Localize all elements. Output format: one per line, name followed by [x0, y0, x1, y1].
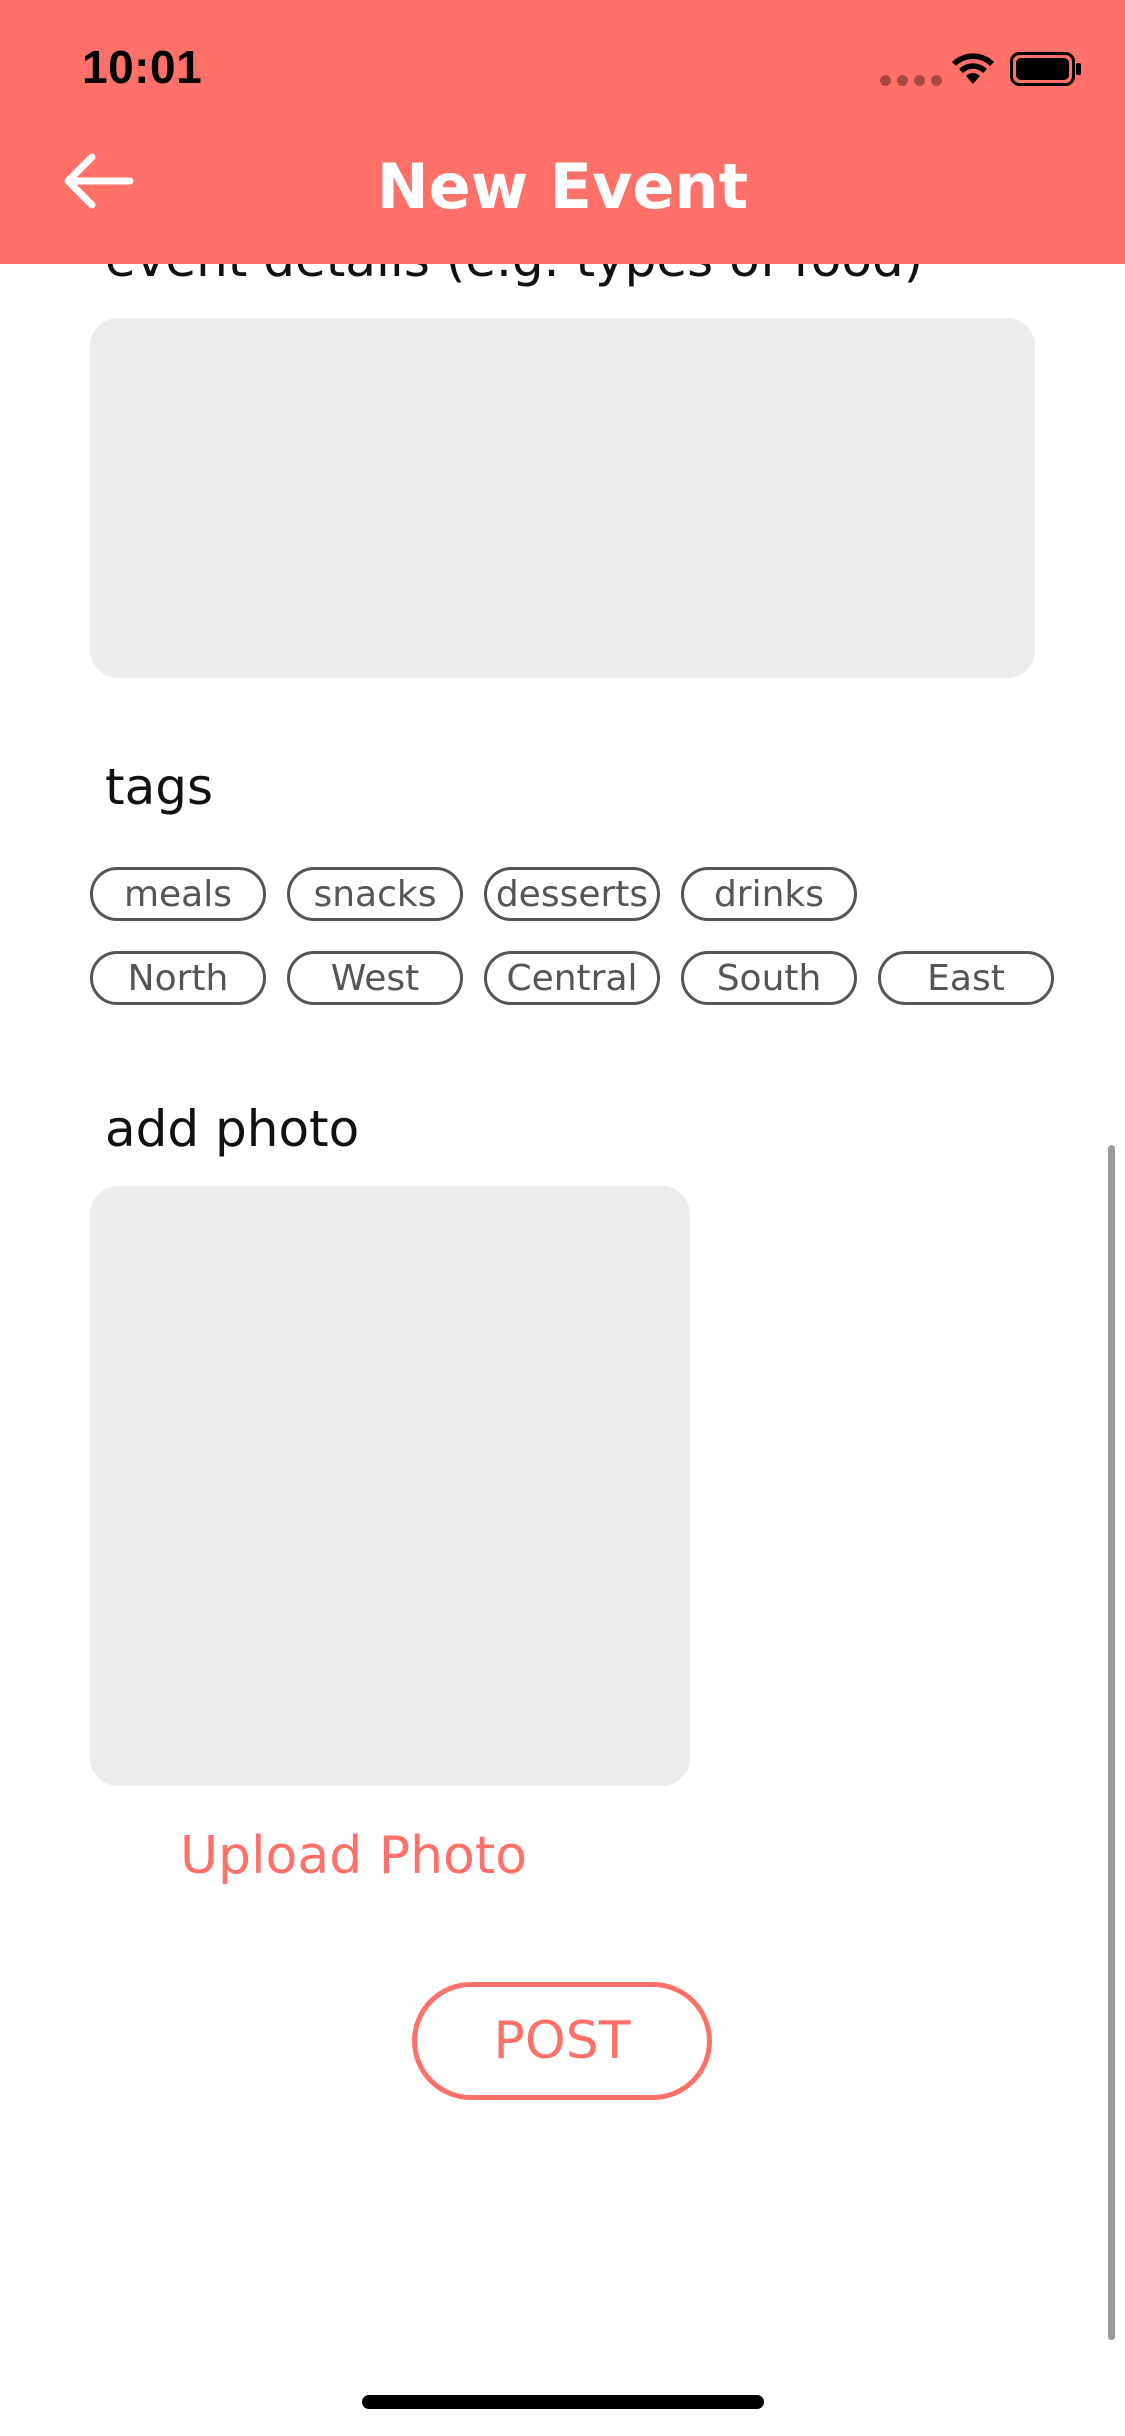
post-button[interactable]: POST: [412, 1982, 712, 2100]
tag-south[interactable]: South: [681, 951, 857, 1005]
event-details-input[interactable]: [90, 318, 1035, 678]
status-time: 10:01: [82, 41, 203, 93]
upload-photo-button[interactable]: Upload Photo: [180, 1826, 527, 1886]
tags-row-food: meals snacks desserts drinks: [90, 867, 857, 921]
scrollbar[interactable]: [1108, 1145, 1115, 2340]
home-indicator[interactable]: [362, 2395, 764, 2409]
tag-meals[interactable]: meals: [90, 867, 266, 921]
add-photo-label: add photo: [105, 1100, 360, 1158]
page-title: New Event: [376, 150, 749, 223]
cellular-signal-icon: [880, 75, 942, 86]
tag-central[interactable]: Central: [484, 951, 660, 1005]
tags-label: tags: [105, 758, 214, 816]
tag-desserts[interactable]: desserts: [484, 867, 660, 921]
tag-drinks[interactable]: drinks: [681, 867, 857, 921]
tag-west[interactable]: West: [287, 951, 463, 1005]
tag-snacks[interactable]: snacks: [287, 867, 463, 921]
photo-preview: [90, 1186, 690, 1786]
new-event-screen: 10:01 New Event event details (e.g. type…: [0, 0, 1125, 2436]
tags-row-location: North West Central South East: [90, 951, 1054, 1005]
wifi-icon: [952, 53, 994, 84]
tag-east[interactable]: East: [878, 951, 1054, 1005]
battery-icon: [1010, 52, 1081, 86]
nav-header: 10:01 New Event: [0, 0, 1125, 264]
tag-north[interactable]: North: [90, 951, 266, 1005]
